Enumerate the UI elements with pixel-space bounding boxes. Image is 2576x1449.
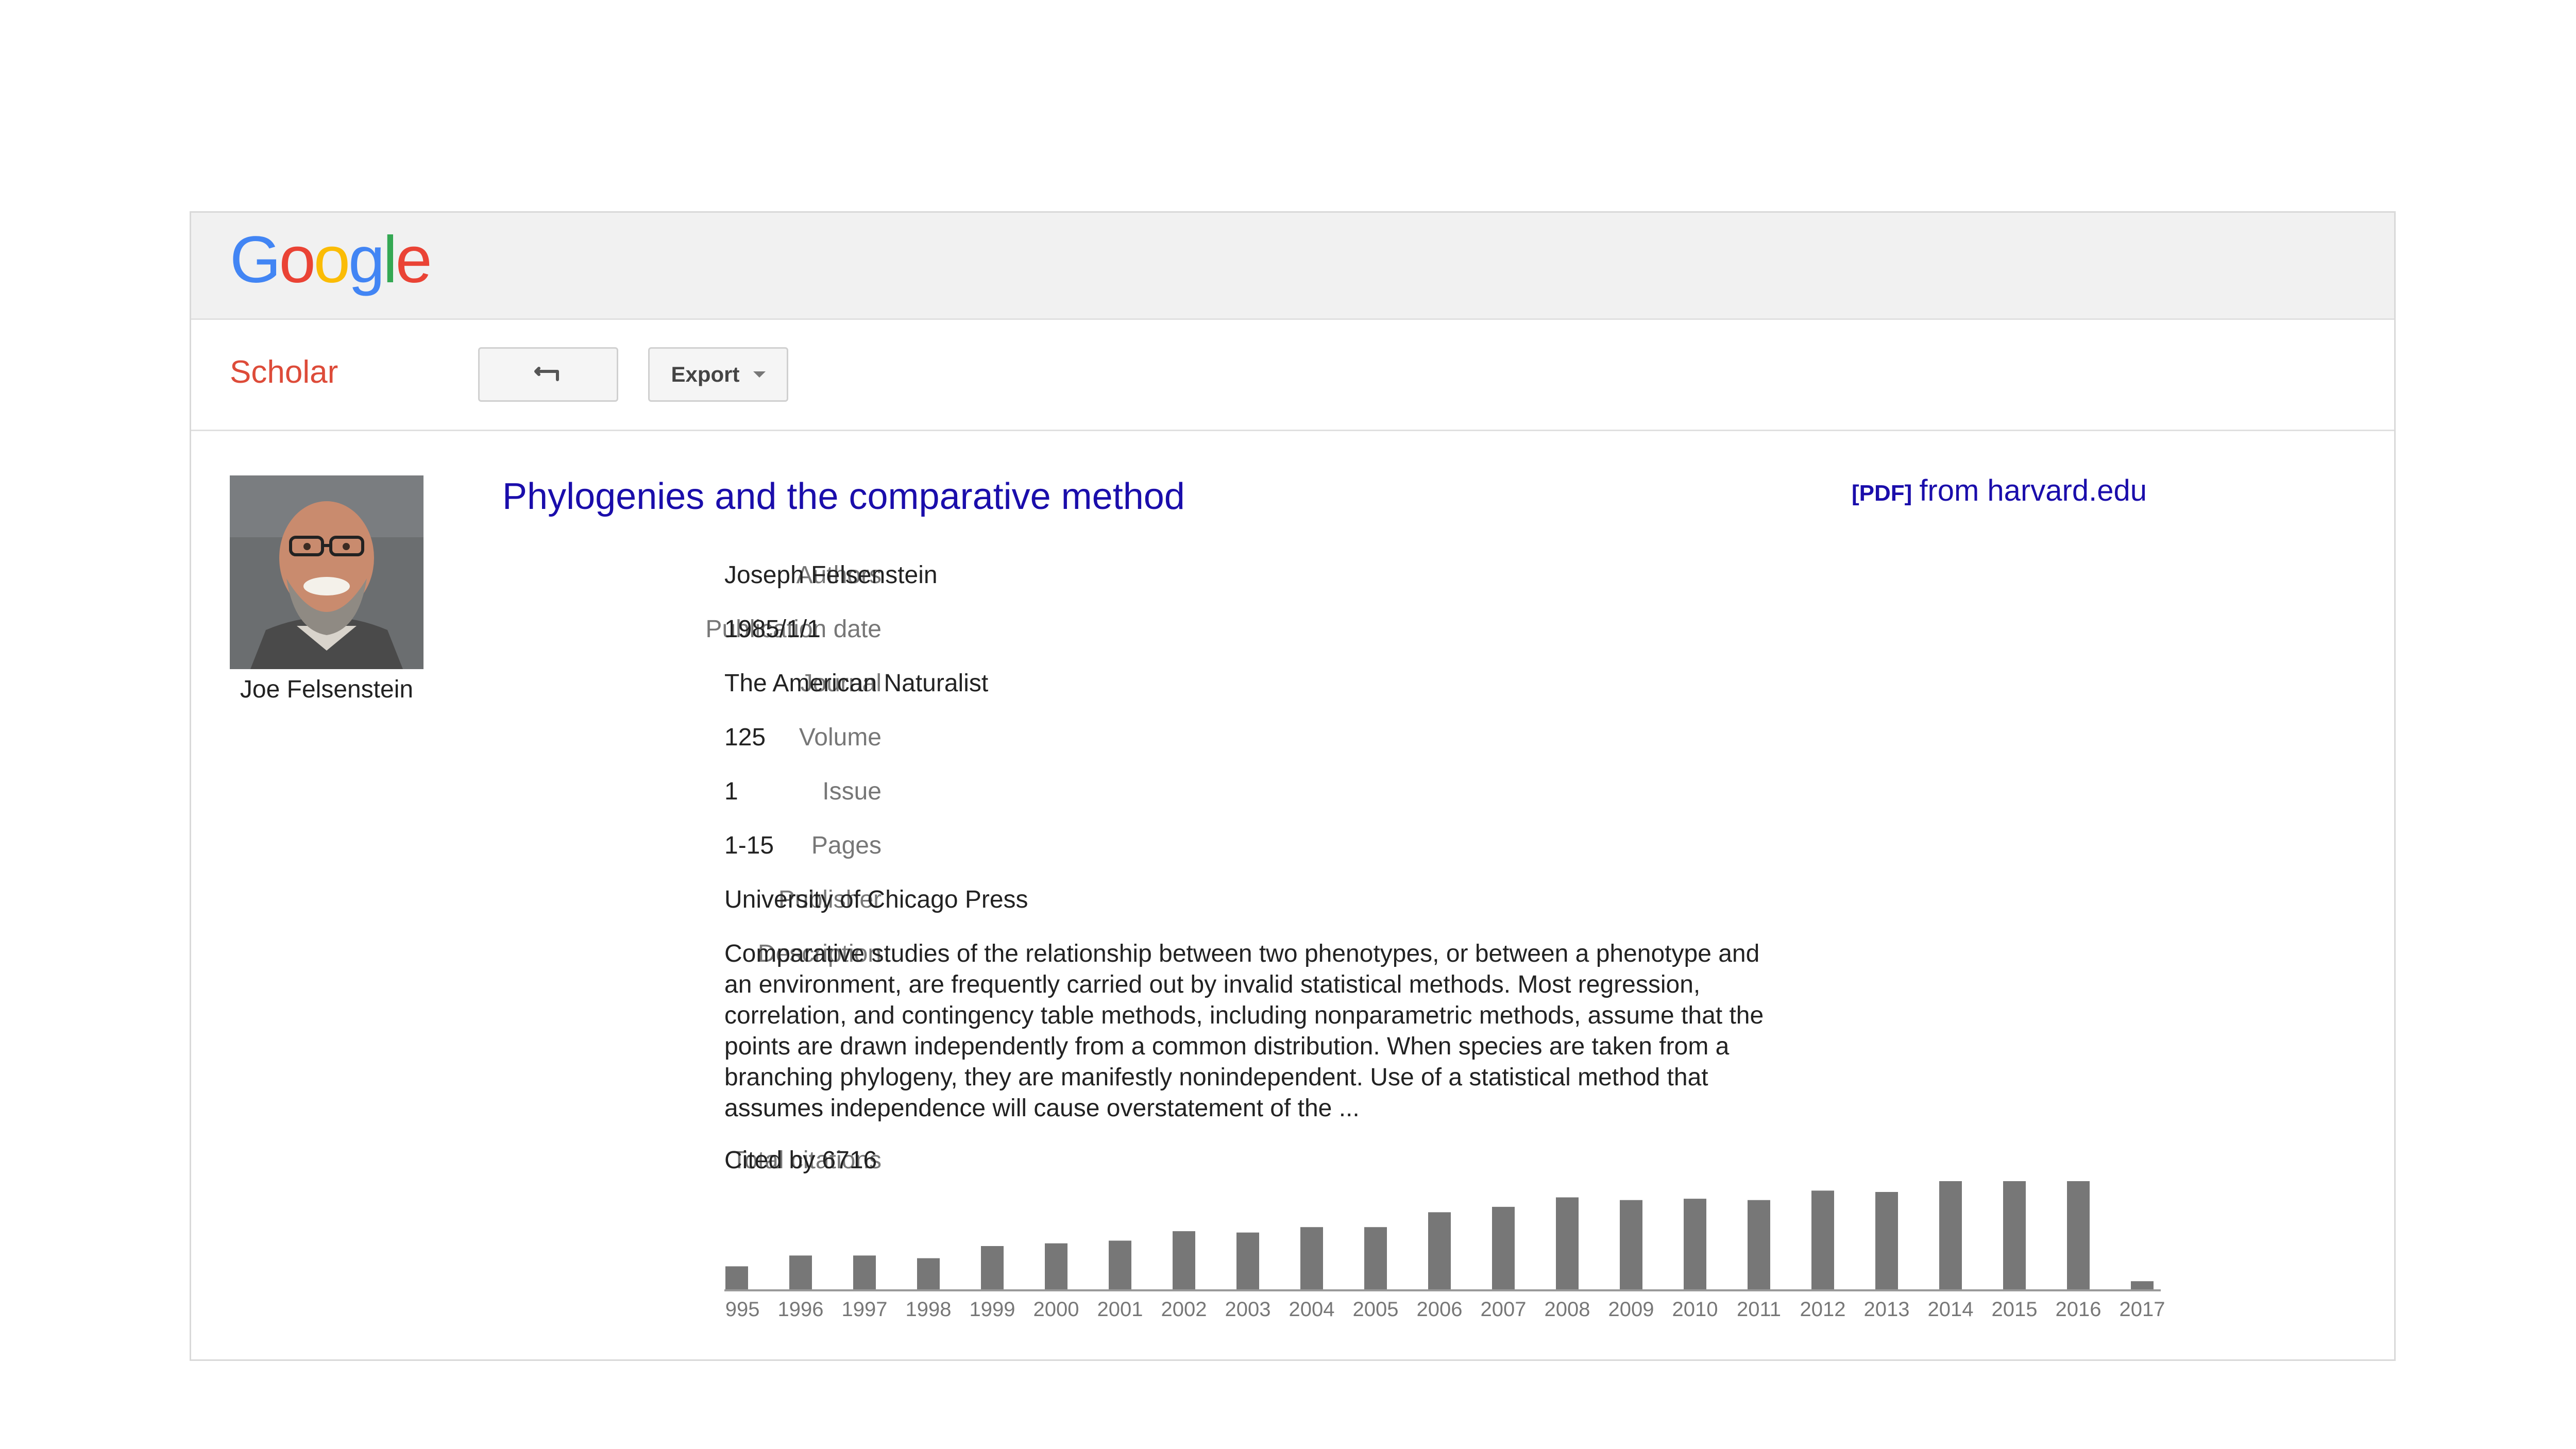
scholar-panel: Google Scholar Export Joe Felsenstein Ph… [190,211,2396,1361]
logo-letter: l [383,223,398,297]
field-value: University of Chicago Press [724,886,1028,913]
citation-bar[interactable] [2131,1281,2154,1289]
year-tick-label: 2003 [1225,1298,1271,1321]
citation-bar[interactable] [981,1246,1004,1289]
pdf-tag: [PDF] [1852,481,1912,506]
year-tick-label: 2009 [1608,1298,1654,1321]
year-tick-label: 1995 [724,1298,759,1321]
caret-down-icon [753,371,766,378]
logo-letter: G [230,223,281,297]
citation-bar[interactable] [917,1258,940,1289]
export-label: Export [671,362,740,386]
citation-bar[interactable] [2067,1181,2090,1289]
citation-bar[interactable] [1939,1181,1962,1289]
field-value: 1985/1/1 [724,616,821,643]
field-value: 1 [724,778,738,805]
year-tick-label: 2010 [1672,1298,1718,1321]
year-tick-label: 2006 [1417,1298,1463,1321]
logo-letter: o [279,223,316,297]
export-button[interactable]: Export [648,347,788,402]
citation-bar[interactable] [1492,1206,1515,1289]
author-name[interactable]: Joe Felsenstein [212,675,442,704]
citation-bar[interactable] [853,1255,876,1289]
citation-bar[interactable] [2003,1181,2026,1289]
field-value: Joseph Felsenstein [724,561,938,589]
field-value: 1-15 [724,832,774,859]
citation-bar[interactable] [1236,1232,1259,1289]
citation-bar[interactable] [1748,1200,1770,1289]
citation-bar[interactable] [1811,1190,1834,1289]
logo-letter: o [313,223,350,297]
year-tick-label: 2017 [2120,1298,2165,1321]
description-text: Comparative studies of the relationship … [724,940,1764,1122]
year-tick-label: 2012 [1800,1298,1846,1321]
year-tick-label: 2016 [2056,1298,2102,1321]
year-tick-label: 2005 [1353,1298,1399,1321]
citation-bar[interactable] [1620,1200,1642,1289]
citation-bar[interactable] [1045,1243,1067,1289]
field-value: 125 [724,724,766,751]
field-value: The American Naturalist [724,670,989,697]
pdf-source: from harvard.edu [1919,474,2147,507]
year-tick-label: 1996 [778,1298,824,1321]
article-title[interactable]: Phylogenies and the comparative method [502,475,1185,518]
year-tick-label: 2008 [1545,1298,1590,1321]
year-tick-label: 2011 [1737,1298,1781,1321]
year-tick-label: 2014 [1928,1298,1974,1321]
year-tick-label: 1997 [842,1298,888,1321]
citation-bar[interactable] [1556,1197,1579,1290]
toolbar: Scholar Export [191,320,2394,431]
year-tick-label: 2001 [1097,1298,1143,1321]
year-tick-label: 1999 [970,1298,1015,1321]
citation-bar[interactable] [789,1255,812,1289]
cited-by-link[interactable]: Cited by 6716 [724,1145,1775,1176]
logo-letter: g [348,223,385,297]
year-tick-label: 2000 [1033,1298,1079,1321]
year-tick-label: 2007 [1481,1298,1527,1321]
citation-bar[interactable] [1300,1227,1323,1289]
year-tick-label: 2004 [1289,1298,1335,1321]
back-button[interactable] [478,347,618,402]
pdf-link[interactable]: [PDF] from harvard.edu [1852,473,2147,508]
year-tick-label: 2002 [1161,1298,1207,1321]
google-logo[interactable]: Google [230,223,432,297]
citation-bar[interactable] [725,1266,748,1289]
year-tick-label: 2015 [1992,1298,2038,1321]
citation-bar[interactable] [1684,1199,1706,1289]
citations-chart-svg: 1995 1996 1997 1998 1999 2000 2001 2002 2003 2004… [724,1181,2165,1321]
back-arrow-icon [534,367,559,381]
citation-bar[interactable] [1364,1227,1387,1289]
citation-bar[interactable] [1875,1192,1898,1289]
year-tick-label: 2013 [1864,1298,1910,1321]
citations-chart: 1995 1996 1997 1998 1999 2000 2001 2002 2003 2004… [724,1176,2218,1331]
citation-bar[interactable] [1109,1240,1131,1290]
year-tick-label: 1998 [906,1298,952,1321]
author-photo[interactable] [230,475,423,669]
citation-bar[interactable] [1428,1212,1451,1289]
scholar-label[interactable]: Scholar [230,354,338,390]
citation-bar[interactable] [1173,1231,1195,1289]
top-bar: Google [191,213,2394,320]
logo-letter: e [395,223,432,297]
